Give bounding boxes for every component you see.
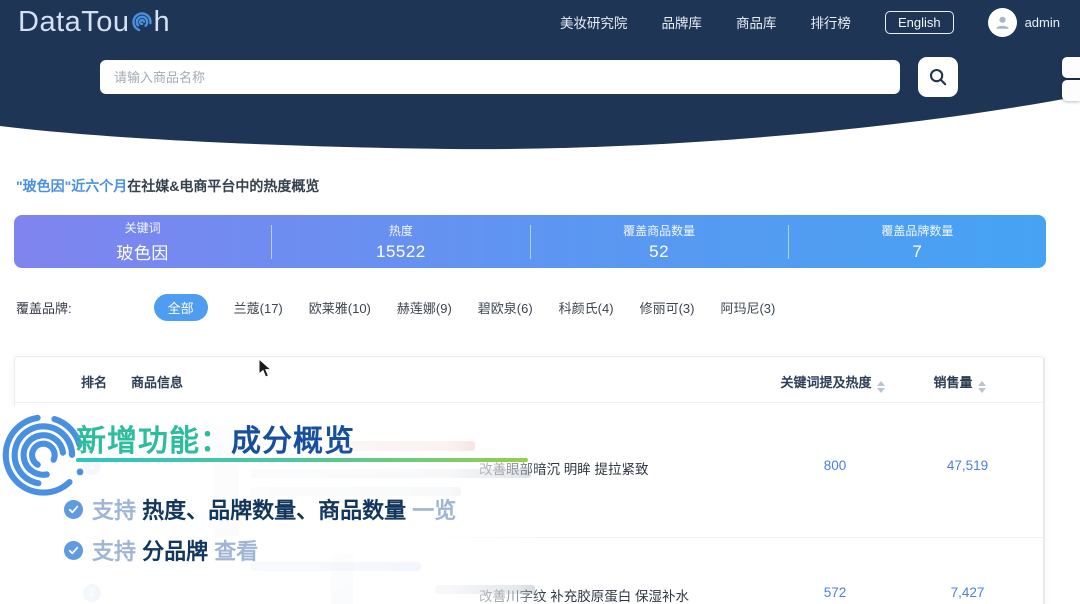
brand-filter-label: 覆盖品牌: — [16, 298, 72, 317]
promo-feature-item: 支持 热度、品牌数量、商品数量 一览 — [64, 493, 456, 525]
logo-swirl-icon — [131, 11, 153, 33]
stat-label: 覆盖商品数量 — [623, 222, 695, 239]
sales-value: 47,519 — [895, 458, 1040, 473]
brand-filter-loreal[interactable]: 欧莱雅(10) — [309, 298, 371, 317]
nav-item-brand-library[interactable]: 品牌库 — [661, 12, 702, 32]
promo-feature-item: 支持 分品牌 查看 — [64, 534, 258, 566]
stat-label: 热度 — [389, 222, 413, 239]
user-menu[interactable]: admin — [988, 8, 1060, 37]
column-header-rank: 排名 — [81, 372, 107, 391]
promo-title-main: 成分概览 — [231, 425, 355, 458]
stat-value: 玻色因 — [116, 239, 169, 264]
language-toggle-button[interactable]: English — [885, 11, 954, 34]
app-screen: DataTou h 美妆研究院 品牌库 商品库 排行榜 English — [0, 0, 1080, 604]
feature-suffix: 查看 — [214, 539, 258, 564]
app-logo[interactable]: DataTou h — [18, 6, 170, 39]
brand-filter-lancome[interactable]: 兰蔻(17) — [234, 298, 283, 317]
brand-filter-biotherm[interactable]: 碧欧泉(6) — [478, 298, 533, 317]
nav-item-product-library[interactable]: 商品库 — [736, 12, 777, 32]
search-input[interactable] — [100, 60, 900, 94]
floating-side-widget[interactable] — [1062, 57, 1080, 101]
promo-banner: 新增功能：成分概览 支持 热度、品牌数量、商品数量 一览 支持 分品牌 查看 — [0, 406, 545, 604]
nav-item-beauty-research[interactable]: 美妆研究院 — [560, 12, 628, 32]
logo-text-suffix: h — [154, 6, 171, 39]
search-icon — [928, 67, 948, 87]
feature-prefix: 支持 — [92, 498, 136, 523]
sort-sales-button[interactable] — [978, 381, 986, 393]
page-title: "玻色因"近六个月在社媒&电商平台中的热度概览 — [16, 176, 319, 196]
table-header-row: 排名 商品信息 关键词提及热度 销售量 — [15, 357, 1043, 403]
promo-title: 新增功能：成分概览 — [76, 416, 355, 460]
heat-value: 572 — [760, 585, 910, 600]
stat-heat: 热度 15522 — [272, 215, 529, 268]
brand-filter-helena[interactable]: 赫莲娜(9) — [397, 298, 452, 317]
stat-value: 7 — [912, 242, 922, 262]
stat-label: 覆盖品牌数量 — [881, 222, 953, 239]
floating-widget-button[interactable] — [1062, 57, 1080, 78]
username-label: admin — [1025, 15, 1060, 30]
brand-filter-skinceuticals[interactable]: 修丽可(3) — [640, 298, 695, 317]
promo-underline — [76, 458, 528, 462]
page-title-keyword: "玻色因"近六个月 — [16, 178, 127, 194]
promo-title-prefix: 新增功能： — [76, 425, 231, 458]
feature-suffix: 一览 — [412, 498, 456, 523]
brand-filter-armani[interactable]: 阿玛尼(3) — [720, 298, 775, 317]
column-header-sales: 销售量 — [887, 372, 1032, 393]
page-title-rest: 在社媒&电商平台中的热度概览 — [127, 178, 319, 194]
brand-filter-all[interactable]: 全部 — [154, 294, 208, 321]
feature-highlight: 热度、品牌数量、商品数量 — [142, 498, 406, 523]
heat-value: 800 — [760, 458, 910, 473]
column-header-product: 商品信息 — [131, 372, 183, 391]
logo-text-prefix: DataTou — [18, 6, 130, 39]
user-avatar-icon — [988, 8, 1017, 37]
main-nav: 美妆研究院 品牌库 商品库 排行榜 English admin — [560, 8, 1060, 37]
table-scrollbar[interactable] — [1043, 358, 1045, 604]
check-circle-icon — [64, 500, 83, 519]
check-circle-icon — [64, 541, 83, 560]
feature-prefix: 支持 — [92, 539, 136, 564]
brand-filter-row: 覆盖品牌: 全部 兰蔻(17) 欧莱雅(10) 赫莲娜(9) 碧欧泉(6) 科颜… — [16, 294, 775, 321]
stats-banner: 关键词 玻色因 热度 15522 覆盖商品数量 52 覆盖品牌数量 7 — [14, 215, 1046, 268]
stat-label: 关键词 — [125, 219, 161, 236]
stat-brand-count: 覆盖品牌数量 7 — [789, 215, 1046, 268]
brand-filter-kiehls[interactable]: 科颜氏(4) — [559, 298, 614, 317]
stat-keyword: 关键词 玻色因 — [14, 215, 271, 268]
stat-product-count: 覆盖商品数量 52 — [531, 215, 788, 268]
stat-value: 52 — [649, 242, 669, 262]
sales-value: 7,427 — [895, 585, 1040, 600]
search-button[interactable] — [918, 57, 958, 97]
nav-item-ranking[interactable]: 排行榜 — [810, 12, 851, 32]
feature-highlight: 分品牌 — [142, 539, 208, 564]
sort-heat-button[interactable] — [877, 381, 885, 393]
stat-value: 15522 — [376, 242, 426, 262]
app-header: DataTou h 美妆研究院 品牌库 商品库 排行榜 English — [0, 0, 1080, 160]
floating-widget-button[interactable] — [1062, 80, 1080, 101]
